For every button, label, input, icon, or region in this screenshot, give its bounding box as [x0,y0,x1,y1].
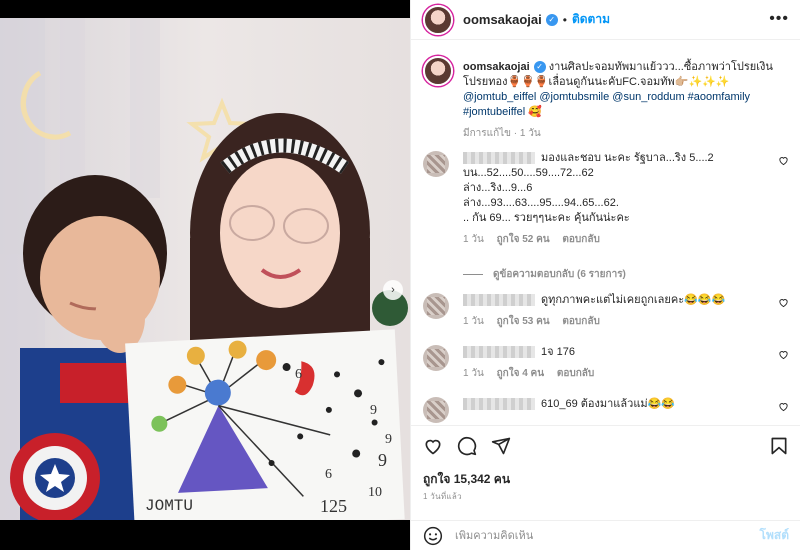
drawing-digit: 9 [370,403,377,418]
more-options-icon[interactable]: ••• [769,10,789,28]
blurred-username [463,346,535,359]
child-drawing [125,329,405,520]
blurred-username [463,398,535,411]
drawing-digit: 10 [368,485,382,500]
comment-line: ล่าง...93....63....95....94..65...62. [463,197,619,209]
comment-line: ล่าง...ริง...9...6 [463,182,533,194]
carousel-next-button[interactable]: › [383,280,403,300]
drawing-number: 125 [320,496,347,516]
caption-username[interactable]: oomsakaojai [463,61,530,73]
comment-body: 1จ 176 1 วัน ถูกใจ 4 คน ตอบกลับ [463,345,773,381]
caption-meta: มีการแก้ไข · 1 วัน [463,128,541,139]
action-icons [423,436,511,456]
like-heart-icon[interactable] [423,436,443,456]
comment-line: บน...52....50....59....72...62 [463,167,594,179]
comment-body: มองและชอบ นะคะ รัฐบาล...ริง 5....2 บน...… [463,151,773,247]
comment-meta: 1 วัน ถูกใจ 52 คน ตอบกลับ [463,232,773,247]
chevron-right-icon: › [391,284,395,296]
author-username[interactable]: oomsakaojai [463,12,542,27]
comment-meta: 1 วัน ถูกใจ 53 คน ตอบกลับ [463,314,773,329]
instagram-post-window: JOMTU 125 6 9 9 6 9 10 › oomsakaojai ✓ •… [0,0,800,550]
bookmark-icon [771,437,787,455]
comment-bubble-icon[interactable] [457,436,477,456]
post-photo[interactable]: JOMTU 125 6 9 9 6 9 10 › [0,18,410,520]
heart-icon[interactable] [778,349,789,360]
comment-line: 610_69 ต้องมาแล้วแม่😂😂 [541,398,676,410]
share-send-icon[interactable] [491,436,511,456]
post-side-panel: oomsakaojai ✓ • ติดตาม ••• oomsakaojai ✓ … [410,0,800,550]
post-comment-button[interactable]: โพสต์ [760,526,789,545]
add-comment-bar: โพสต์ [411,520,800,550]
heart-icon[interactable] [778,155,789,166]
comment-line: 1จ 176 [541,346,575,358]
comment-time: 1 วัน [463,234,484,245]
drawing-digit: 9 [385,432,392,447]
follow-button[interactable]: ติดตาม [572,10,610,29]
drawing-digit: 6 [325,467,332,482]
drawing-text: JOMTU [145,497,193,515]
reply-button[interactable]: ตอบกลับ [562,234,599,245]
photo-illustration: JOMTU 125 6 9 9 6 9 10 [0,18,410,520]
emoji-icon[interactable] [423,526,443,546]
verified-badge-icon: ✓ [533,61,546,74]
drawing-digit: 9 [378,450,387,470]
comment-meta: 1 วัน ถูกใจ 4 คน ตอบกลับ [463,366,773,381]
comment-line: .. กัน 69... รวยๆๆนะคะ คุ้นกันน่ะคะ [463,212,630,224]
comment-time: 1 วัน [463,316,484,327]
post-actions: ถูกใจ 15,342 คน 1 วันที่แล้ว [411,425,800,520]
comment-body: 610_69 ต้องมาแล้วแม่😂😂 [463,397,773,412]
caption-body: oomsakaojai ✓ งานศิลปะจอมทัพมาแย้ววว...ซื… [463,60,789,141]
bottom-black-bar [0,520,410,550]
comment-time: 1 วัน [463,368,484,379]
reply-button[interactable]: ตอบกลับ [557,368,594,379]
comment-likes[interactable]: ถูกใจ 4 คน [497,368,545,379]
likes-count[interactable]: ถูกใจ 15,342 คน [423,470,510,489]
drawing-digit: 6 [295,367,302,382]
heart-icon[interactable] [778,401,789,412]
heart-icon[interactable] [778,297,789,308]
author-avatar[interactable] [423,4,453,35]
comment-line: มองและชอบ นะคะ รัฐบาล...ริง 5....2 [541,152,714,164]
blurred-username [463,294,535,307]
separator-dot: • [562,12,567,27]
reply-button[interactable]: ตอบกลับ [562,316,599,327]
comment-line: ดูทุกภาพคะแต่ไม่เคยถูกเลยคะ😂😂😂 [541,294,726,306]
comments-scroll-area[interactable]: oomsakaojai ✓ งานศิลปะจอมทัพมาแย้ววว...ซื… [411,41,800,425]
view-replies-button[interactable]: ดูข้อความตอบกลับ (6 รายการ) [463,267,626,282]
blurred-username [463,152,535,165]
comment-likes[interactable]: ถูกใจ 53 คน [497,316,550,327]
verified-badge-icon: ✓ [545,13,558,26]
caption-avatar[interactable] [423,56,453,86]
comment-likes[interactable]: ถูกใจ 52 คน [497,234,550,245]
save-bookmark-button[interactable] [769,436,789,461]
post-time: 1 วันที่แล้ว [423,492,462,501]
commenter-avatar[interactable] [423,293,449,319]
post-header: oomsakaojai ✓ • ติดตาม ••• [411,0,800,40]
comment-body: ดูทุกภาพคะแต่ไม่เคยถูกเลยคะ😂😂😂 1 วัน ถูก… [463,293,773,329]
commenter-avatar[interactable] [423,345,449,371]
commenter-avatar[interactable] [423,151,449,177]
comment-input[interactable] [455,529,760,542]
caption-tags[interactable]: @jomtub_eiffel @jomtubsmile @sun_roddum … [463,90,789,120]
commenter-avatar[interactable] [423,397,449,423]
